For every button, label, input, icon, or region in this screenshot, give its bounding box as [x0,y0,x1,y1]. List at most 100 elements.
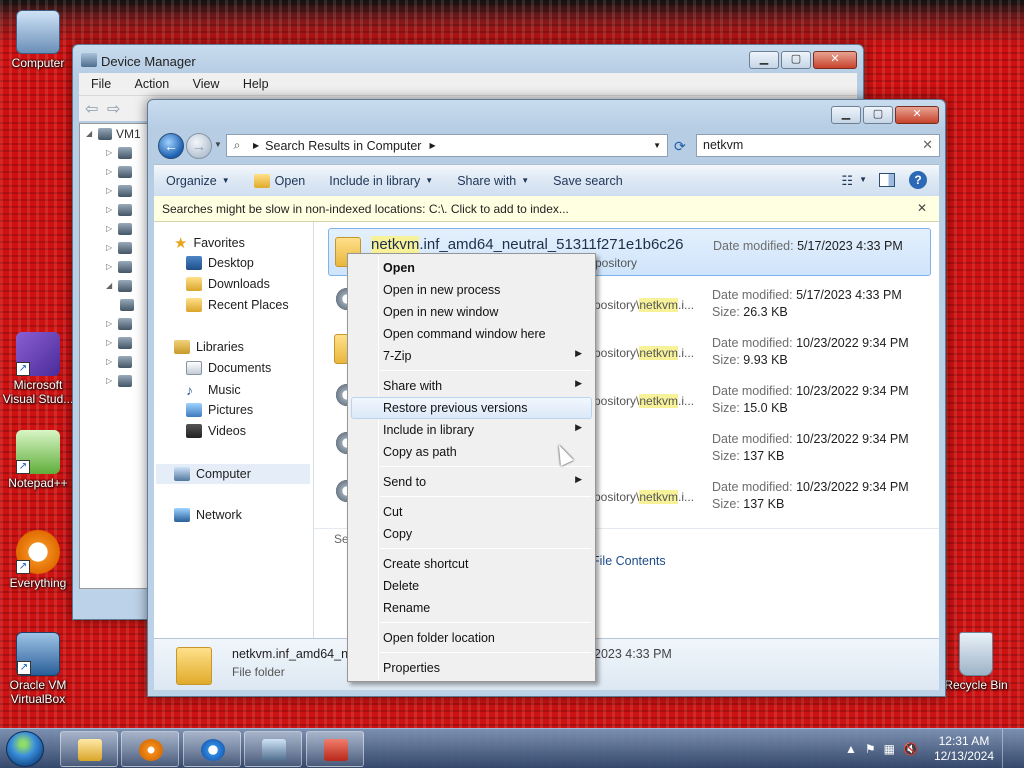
menu-item-open-command-window[interactable]: Open command window here [351,323,592,345]
tree-node[interactable]: ▷ [80,314,148,333]
show-desktop-button[interactable] [1002,729,1012,768]
maximize-button[interactable]: ▢ [863,106,893,124]
taskbar-toolbox[interactable] [306,731,364,767]
action-center-flag-icon[interactable]: ⚑ [865,742,876,756]
menu-view[interactable]: View [181,73,228,91]
expand-icon[interactable]: ▷ [106,205,114,214]
menu-item-send-to[interactable]: Send to ▶ [351,471,592,493]
breadcrumb-separator-icon[interactable]: ▶ [429,141,435,150]
tree-node[interactable]: ▷ [80,371,148,390]
share-with-button[interactable]: Share with ▼ [445,174,541,188]
view-options-icon[interactable]: ☷ [841,173,853,189]
expand-icon[interactable]: ▷ [106,376,114,385]
tree-node[interactable] [80,295,148,314]
desktop-icon-computer[interactable]: Computer [0,10,76,70]
nav-favorites[interactable]: ★ Favorites [174,234,245,252]
nav-desktop[interactable]: Desktop [186,256,254,270]
tree-root[interactable]: ◢ VM1 [80,124,148,143]
desktop-icon-notepadpp[interactable]: ↗ Notepad++ [0,430,76,490]
volume-muted-icon[interactable]: 🔇 [903,742,918,756]
address-bar[interactable]: ⌕ ▶ Search Results in Computer ▶ ▼ [226,134,668,157]
nav-documents[interactable]: Documents [186,361,271,375]
taskbar-media-player[interactable] [121,731,179,767]
file-contents-link[interactable]: File Contents [592,554,666,568]
breadcrumb[interactable]: Search Results in Computer [265,139,421,153]
nav-music[interactable]: ♪ Music [186,382,241,398]
save-search-button[interactable]: Save search [541,174,634,188]
help-icon[interactable]: ? [909,171,927,189]
nav-libraries[interactable]: Libraries [174,340,244,354]
tree-node[interactable]: ▷ [80,352,148,371]
expand-icon[interactable]: ▷ [106,357,114,366]
expand-icon[interactable]: ▷ [106,338,114,347]
view-dropdown-icon[interactable]: ▼ [859,175,867,184]
menu-item-share-with[interactable]: Share with ▶ [351,375,592,397]
tree-node[interactable]: ▷ [80,181,148,200]
expand-icon[interactable]: ▷ [106,319,114,328]
desktop-icon-visual-studio[interactable]: ↗ Microsoft Visual Stud... [0,332,76,406]
expand-icon[interactable]: ▷ [106,148,114,157]
collapse-icon[interactable]: ◢ [86,129,94,138]
back-arrow-icon[interactable]: ⇦ [85,99,98,119]
recent-pages-dropdown-icon[interactable]: ▼ [214,140,222,149]
menu-help[interactable]: Help [231,73,277,91]
maximize-button[interactable]: ▢ [781,51,811,69]
tree-node[interactable]: ▷ [80,238,148,257]
search-input[interactable]: netkvm ✕ [696,134,940,157]
tree-node[interactable]: ▷ [80,162,148,181]
forward-arrow-icon[interactable]: ⇨ [107,99,120,119]
clock[interactable]: 12:31 AM 12/13/2024 [934,734,994,764]
desktop-icon-everything[interactable]: ↗ Everything [0,530,76,590]
desktop-icon-recycle-bin[interactable]: Recycle Bin [938,632,1014,692]
expand-icon[interactable]: ▷ [106,186,114,195]
menu-action[interactable]: Action [123,73,178,91]
expand-icon[interactable]: ▷ [106,262,114,271]
taskbar-explorer[interactable] [60,731,118,767]
preview-pane-icon[interactable] [879,173,895,187]
tree-node[interactable]: ▷ [80,143,148,162]
taskbar-internet-explorer[interactable] [183,731,241,767]
start-button[interactable] [6,731,44,767]
close-button[interactable]: ✕ [813,51,857,69]
menu-item-open-new-process[interactable]: Open in new process [351,279,592,301]
menu-item-properties[interactable]: Properties [351,657,592,679]
tree-node[interactable]: ▷ [80,257,148,276]
expand-icon[interactable]: ▷ [106,224,114,233]
nav-recent-places[interactable]: Recent Places [186,298,289,312]
minimize-button[interactable]: ▁ [831,106,861,124]
collapse-icon[interactable]: ◢ [106,281,114,290]
menu-item-restore-previous-versions[interactable]: Restore previous versions [351,397,592,419]
nav-downloads[interactable]: Downloads [186,277,270,291]
close-button[interactable]: ✕ [895,106,939,124]
nav-network[interactable]: Network [174,508,242,522]
menu-item-include-in-library[interactable]: Include in library ▶ [351,419,592,441]
address-dropdown-icon[interactable]: ▼ [653,141,661,150]
tree-node[interactable]: ▷ [80,200,148,219]
menu-item-create-shortcut[interactable]: Create shortcut [351,553,592,575]
organize-button[interactable]: Organize ▼ [154,174,242,188]
menu-item-open-folder-location[interactable]: Open folder location [351,627,592,649]
menu-item-copy[interactable]: Copy [351,523,592,545]
open-button[interactable]: Open [242,173,318,188]
show-hidden-icons-icon[interactable]: ▲ [845,742,857,756]
taskbar-device-manager[interactable] [244,731,302,767]
expand-icon[interactable]: ▷ [106,243,114,252]
menu-item-rename[interactable]: Rename [351,597,592,619]
close-infobar-icon[interactable]: ✕ [917,201,927,215]
nav-videos[interactable]: Videos [186,424,246,438]
refresh-icon[interactable]: ⟳ [674,138,686,155]
include-in-library-button[interactable]: Include in library ▼ [317,174,445,188]
minimize-button[interactable]: ▁ [749,51,779,69]
menu-item-cut[interactable]: Cut [351,501,592,523]
tree-node[interactable]: ▷ [80,333,148,352]
back-button[interactable]: ← [158,133,184,159]
network-status-icon[interactable]: ▦ [884,742,895,756]
expand-icon[interactable]: ▷ [106,167,114,176]
menu-item-open[interactable]: Open [351,257,592,279]
tree-node[interactable]: ▷ [80,219,148,238]
forward-button[interactable]: → [186,133,212,159]
clear-search-icon[interactable]: ✕ [922,137,933,153]
tree-node[interactable]: ◢ [80,276,148,295]
desktop-icon-virtualbox[interactable]: ↗ Oracle VM VirtualBox [0,632,76,706]
menu-item-delete[interactable]: Delete [351,575,592,597]
